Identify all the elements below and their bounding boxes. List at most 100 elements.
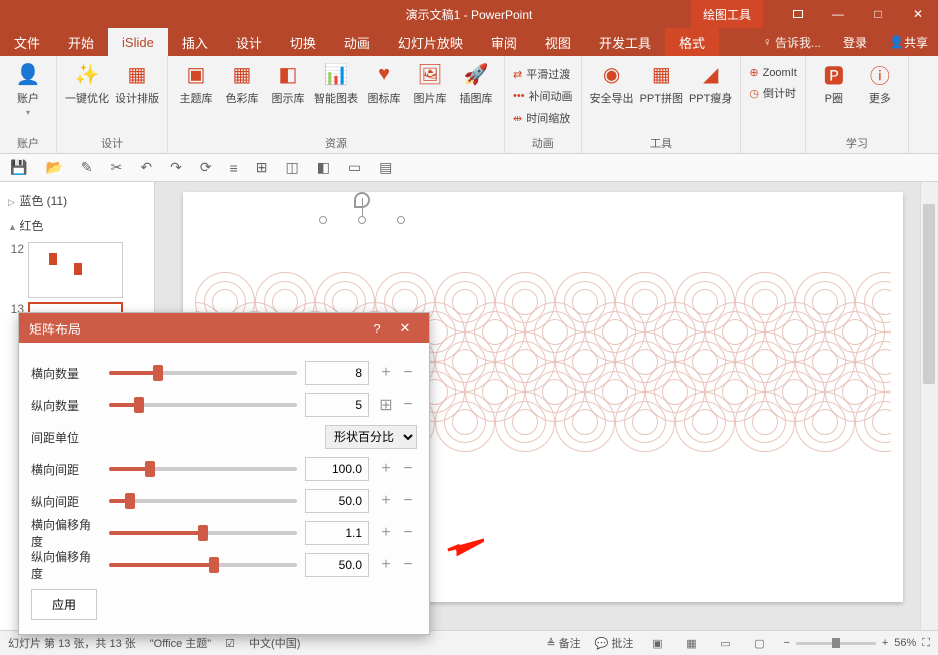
ribbon-options-icon[interactable]	[778, 0, 818, 28]
close-icon[interactable]: ✕	[898, 0, 938, 28]
increment-button[interactable]: +	[377, 553, 395, 577]
supplement-anim-button[interactable]: ••• 补间动画	[513, 86, 573, 106]
tab-islide[interactable]: iSlide	[108, 28, 168, 56]
spellcheck-icon[interactable]: ☑	[225, 637, 235, 650]
design-layout-button[interactable]: ▦ 设计排版	[115, 60, 159, 106]
pquan-button[interactable]: 🅿P圈	[814, 60, 854, 106]
ppt-slim-button[interactable]: ◢PPT瘦身	[689, 60, 732, 106]
increment-button[interactable]: +	[377, 521, 395, 545]
tab-slideshow[interactable]: 幻灯片放映	[384, 28, 477, 56]
v-offset-angle-value[interactable]: 50.0	[305, 553, 369, 577]
decrement-button[interactable]: −	[399, 553, 417, 577]
resize-handle[interactable]	[397, 216, 405, 224]
vertical-scrollbar[interactable]	[920, 182, 938, 630]
maximize-icon[interactable]: □	[858, 0, 898, 28]
v-spacing-value[interactable]: 50.0	[305, 489, 369, 513]
v-spacing-slider[interactable]	[109, 499, 297, 503]
h-count-slider[interactable]	[109, 371, 297, 375]
tab-transitions[interactable]: 切换	[276, 28, 330, 56]
redo-icon[interactable]: ↷	[170, 159, 182, 176]
thumbnail-12[interactable]	[28, 242, 123, 298]
h-spacing-value[interactable]: 100.0	[305, 457, 369, 481]
login-button[interactable]: 登录	[831, 28, 879, 56]
tab-home[interactable]: 开始	[54, 28, 108, 56]
zoom-in-icon[interactable]: +	[882, 637, 888, 649]
share-button[interactable]: 👤 共享	[879, 28, 938, 56]
time-scale-button[interactable]: ⇹ 时间缩放	[513, 108, 573, 128]
increment-button[interactable]: ⊞	[377, 393, 395, 417]
slide-thumbnail-12[interactable]: 12	[6, 242, 148, 298]
tab-file[interactable]: 文件	[0, 28, 54, 56]
countdown-button[interactable]: ◷ 倒计时	[749, 83, 796, 103]
h-count-value[interactable]: 8	[305, 361, 369, 385]
safe-export-button[interactable]: ◉安全导出	[590, 60, 634, 106]
group-icon[interactable]: ◫	[285, 159, 298, 176]
rotate-icon[interactable]: ⟳	[200, 159, 212, 176]
decrement-button[interactable]: −	[399, 393, 417, 417]
smooth-transition-button[interactable]: ⇄ 平滑过渡	[513, 64, 573, 84]
cut-icon[interactable]: ✂	[111, 159, 123, 176]
ungroup-icon[interactable]: ◧	[317, 159, 330, 176]
undo-icon[interactable]: ↶	[140, 159, 152, 176]
resize-handle[interactable]	[319, 216, 327, 224]
spacing-unit-select[interactable]: 形状百分比	[325, 425, 417, 449]
decrement-button[interactable]: −	[399, 361, 417, 385]
v-count-value[interactable]: 5	[305, 393, 369, 417]
decrement-button[interactable]: −	[399, 521, 417, 545]
image-lib-button[interactable]: 🖼图片库	[410, 60, 450, 106]
save-icon[interactable]: 💾	[10, 159, 27, 176]
icon-lib-button[interactable]: ♥图标库	[364, 60, 404, 106]
shape-selection[interactable]	[323, 220, 401, 280]
h-offset-angle-slider[interactable]	[109, 531, 297, 535]
distribute-icon[interactable]: ⊞	[256, 159, 268, 176]
fit-to-window-icon[interactable]: ⛶	[922, 637, 930, 650]
tab-developer[interactable]: 开发工具	[585, 28, 665, 56]
section-red[interactable]: ▲ 红色	[6, 213, 148, 238]
notes-button[interactable]: ≜ 备注	[546, 635, 580, 651]
v-offset-angle-slider[interactable]	[109, 563, 297, 567]
comments-button[interactable]: 💬 批注	[595, 635, 634, 651]
increment-button[interactable]: +	[377, 457, 395, 481]
zoomit-button[interactable]: ⊕ ZoomIt	[749, 64, 796, 81]
account-button[interactable]: 👤 账户 ▾	[8, 60, 48, 117]
illust-lib-button[interactable]: 🚀插图库	[456, 60, 496, 106]
tab-format[interactable]: 格式	[665, 28, 719, 56]
more-button[interactable]: ⓘ更多	[860, 60, 900, 106]
tell-me-search[interactable]: ♀ 告诉我...	[753, 28, 831, 56]
minimize-icon[interactable]: —	[818, 0, 858, 28]
v-count-slider[interactable]	[109, 403, 297, 407]
h-offset-angle-value[interactable]: 1.1	[305, 521, 369, 545]
apply-button[interactable]: 应用	[31, 589, 97, 620]
diagram-lib-button[interactable]: ◧图示库	[268, 60, 308, 106]
decrement-button[interactable]: −	[399, 489, 417, 513]
help-button[interactable]: ?	[363, 321, 391, 336]
color-lib-button[interactable]: ▦色彩库	[222, 60, 262, 106]
tab-insert[interactable]: 插入	[168, 28, 222, 56]
dialog-titlebar[interactable]: 矩阵布局 ? ✕	[19, 313, 429, 343]
zoom-level[interactable]: 56%	[894, 637, 916, 649]
decrement-button[interactable]: −	[399, 457, 417, 481]
resize-handle[interactable]	[358, 216, 366, 224]
bring-forward-icon[interactable]: ▭	[348, 159, 361, 176]
zoom-out-icon[interactable]: −	[783, 637, 789, 649]
language-label[interactable]: 中文(中国)	[249, 635, 300, 651]
zoom-control[interactable]: − + 56% ⛶	[783, 637, 930, 650]
increment-button[interactable]: +	[377, 489, 395, 513]
h-spacing-slider[interactable]	[109, 467, 297, 471]
tab-view[interactable]: 视图	[531, 28, 585, 56]
tab-design[interactable]: 设计	[222, 28, 276, 56]
eyedropper-icon[interactable]: ✎	[81, 159, 93, 176]
scrollbar-thumb[interactable]	[923, 204, 935, 383]
smart-chart-button[interactable]: 📊智能图表	[314, 60, 358, 106]
tab-animations[interactable]: 动画	[330, 28, 384, 56]
tab-review[interactable]: 审阅	[477, 28, 531, 56]
section-blue[interactable]: ▷ 蓝色 (11)	[6, 188, 148, 213]
zoom-slider[interactable]	[796, 642, 876, 645]
increment-button[interactable]: +	[377, 361, 395, 385]
normal-view-icon[interactable]: ▣	[647, 635, 667, 651]
sorter-view-icon[interactable]: ▦	[681, 635, 701, 651]
reading-view-icon[interactable]: ▭	[715, 635, 735, 651]
optimize-button[interactable]: ✨ 一键优化	[65, 60, 109, 106]
slideshow-view-icon[interactable]: ▢	[749, 635, 769, 651]
ppt-puzzle-button[interactable]: ▦PPT拼图	[640, 60, 683, 106]
